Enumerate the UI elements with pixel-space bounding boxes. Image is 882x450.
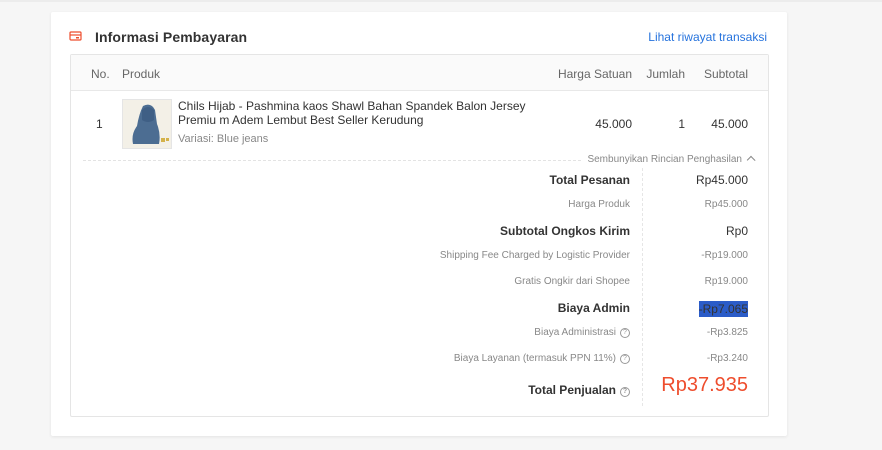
breakdown-total-pesanan: Total Pesanan Rp45.000 bbox=[71, 170, 768, 190]
biaya-administrasi-label-wrap: Biaya Administrasi? bbox=[534, 327, 630, 339]
order-table: No. Produk Harga Satuan Jumlah Subtotal … bbox=[70, 54, 769, 417]
product-name[interactable]: Chils Hijab - Pashmina kaos Shawl Bahan … bbox=[178, 99, 543, 127]
breakdown-biaya-administrasi: Biaya Administrasi? -Rp3.825 bbox=[71, 324, 768, 344]
breakdown-subtotal-ongkir: Subtotal Ongkos Kirim Rp0 bbox=[71, 221, 768, 241]
total-penjualan-label: Total Penjualan bbox=[528, 383, 616, 397]
harga-produk-label: Harga Produk bbox=[568, 199, 630, 210]
total-pesanan-value: Rp45.000 bbox=[695, 173, 748, 187]
table-row: 1 Chils Hijab - Pashmina kaos Shawl Baha… bbox=[71, 91, 768, 161]
hide-income-details-toggle[interactable]: Sembunyikan Rincian Penghasilan bbox=[581, 154, 756, 165]
gratis-ongkir-value: Rp19.000 bbox=[704, 276, 748, 287]
col-subtotal: Subtotal bbox=[703, 67, 748, 81]
biaya-layanan-label: Biaya Layanan (termasuk PPN 11%) bbox=[453, 353, 616, 364]
biaya-admin-value[interactable]: -Rp7.065 bbox=[698, 301, 748, 317]
total-pesanan-label: Total Pesanan bbox=[549, 173, 630, 187]
chevron-up-icon bbox=[746, 155, 756, 165]
gratis-ongkir-label: Gratis Ongkir dari Shopee bbox=[514, 276, 630, 287]
total-penjualan-label-wrap: Total Penjualan? bbox=[528, 383, 630, 398]
toggle-label: Sembunyikan Rincian Penghasilan bbox=[587, 154, 742, 165]
table-header: No. Produk Harga Satuan Jumlah Subtotal bbox=[71, 55, 768, 91]
biaya-admin-label: Biaya Admin bbox=[557, 301, 630, 315]
top-divider bbox=[0, 0, 882, 2]
section-header: Informasi Pembayaran Lihat riwayat trans… bbox=[69, 28, 767, 48]
payment-info-card: Informasi Pembayaran Lihat riwayat trans… bbox=[51, 12, 787, 436]
biaya-layanan-label-wrap: Biaya Layanan (termasuk PPN 11%)? bbox=[454, 353, 630, 365]
total-penjualan-value: Rp37.935 bbox=[661, 374, 748, 396]
row-subtotal: 45.000 bbox=[711, 117, 748, 131]
breakdown-biaya-layanan: Biaya Layanan (termasuk PPN 11%)? -Rp3.2… bbox=[71, 350, 768, 370]
biaya-administrasi-value: -Rp3.825 bbox=[706, 327, 748, 338]
shipping-fee-label: Shipping Fee Charged by Logistic Provide… bbox=[439, 250, 630, 261]
unit-price: 45.000 bbox=[595, 117, 632, 131]
question-circle-icon[interactable]: ? bbox=[620, 354, 630, 364]
product-thumbnail[interactable] bbox=[122, 99, 172, 149]
biaya-administrasi-label: Biaya Administrasi bbox=[534, 327, 616, 338]
quantity: 1 bbox=[678, 117, 685, 131]
payment-card-icon bbox=[69, 29, 83, 43]
question-circle-icon[interactable]: ? bbox=[620, 387, 630, 397]
harga-produk-value: Rp45.000 bbox=[704, 199, 748, 210]
subtotal-ongkir-label: Subtotal Ongkos Kirim bbox=[499, 224, 630, 238]
breakdown-total-penjualan: Total Penjualan? Rp37.935 bbox=[71, 374, 768, 402]
col-qty: Jumlah bbox=[646, 67, 685, 81]
shipping-fee-value: -Rp19.000 bbox=[701, 250, 748, 261]
breakdown-harga-produk: Harga Produk Rp45.000 bbox=[71, 196, 768, 216]
breakdown-shipping-fee: Shipping Fee Charged by Logistic Provide… bbox=[71, 247, 768, 267]
transaction-history-link[interactable]: Lihat riwayat transaksi bbox=[648, 30, 767, 44]
col-no: No. bbox=[91, 67, 110, 81]
breakdown-gratis-ongkir: Gratis Ongkir dari Shopee Rp19.000 bbox=[71, 273, 768, 293]
breakdown-biaya-admin: Biaya Admin -Rp7.065 bbox=[71, 298, 768, 318]
biaya-layanan-value: -Rp3.240 bbox=[706, 353, 748, 364]
section-title: Informasi Pembayaran bbox=[95, 29, 248, 45]
row-no: 1 bbox=[96, 117, 103, 131]
product-variant: Variasi: Blue jeans bbox=[178, 133, 269, 145]
col-product: Produk bbox=[122, 67, 161, 81]
subtotal-ongkir-value: Rp0 bbox=[725, 224, 748, 238]
col-unit-price: Harga Satuan bbox=[557, 67, 632, 81]
question-circle-icon[interactable]: ? bbox=[620, 328, 630, 338]
